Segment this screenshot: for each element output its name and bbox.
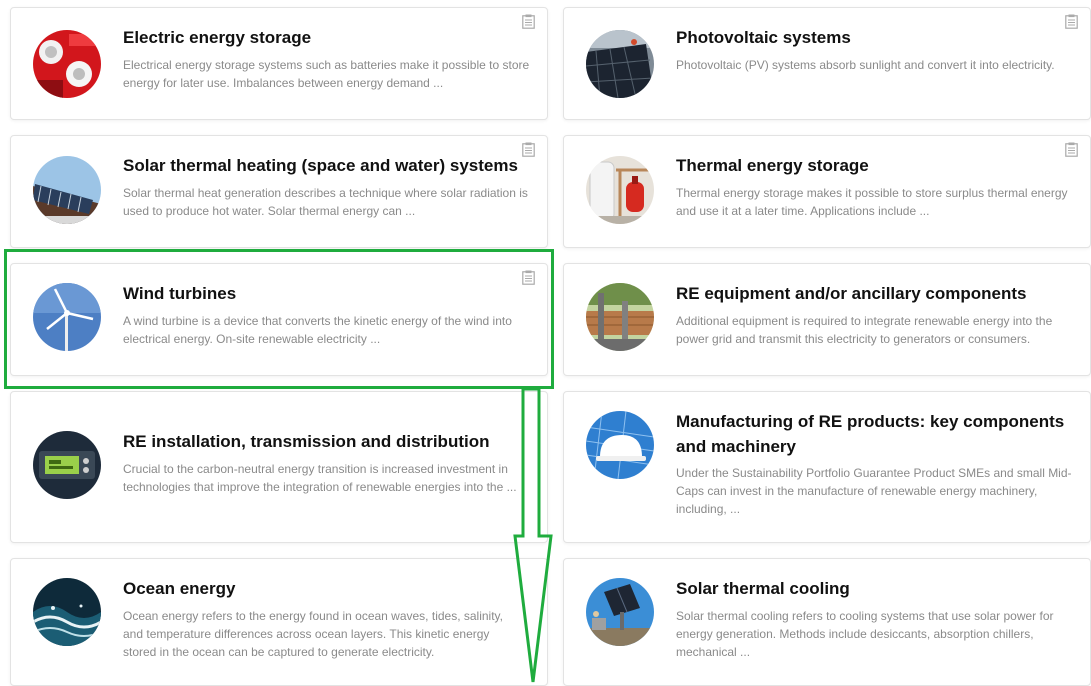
card-title: Solar thermal heating (space and water) … — [123, 156, 518, 175]
clipboard-icon[interactable] — [522, 14, 535, 29]
card-manufacturing-re-products[interactable]: Manufacturing of RE products: key compon… — [563, 391, 1091, 543]
card-description: Electrical energy storage systems such a… — [123, 58, 530, 90]
wind-turbine-image — [33, 283, 101, 351]
power-equipment-image — [586, 283, 654, 351]
card-title: Photovoltaic systems — [676, 28, 851, 47]
energy-meter-image — [33, 431, 101, 499]
solar-panels-image — [586, 30, 654, 98]
energy-topics-grid: Electric energy storage Electrical energ… — [0, 0, 1091, 686]
card-title: RE installation, transmission and distri… — [123, 432, 490, 451]
card-re-equipment[interactable]: RE equipment and/or ancillary components… — [563, 263, 1091, 376]
card-description: Additional equipment is required to inte… — [676, 314, 1053, 346]
card-title: Ocean energy — [123, 579, 236, 598]
card-ocean-energy[interactable]: Ocean energy Ocean energy refers to the … — [10, 558, 548, 686]
battery-storage-image — [33, 30, 101, 98]
card-description: Solar thermal cooling refers to cooling … — [676, 609, 1054, 659]
ocean-wave-image — [33, 578, 101, 646]
card-description: Under the Sustainability Portfolio Guara… — [676, 466, 1072, 516]
hardhat-solar-image — [586, 411, 654, 479]
clipboard-icon[interactable] — [522, 270, 535, 285]
card-solar-thermal-heating[interactable]: Solar thermal heating (space and water) … — [10, 135, 548, 248]
card-title: RE equipment and/or ancillary components — [676, 284, 1027, 303]
card-title: Manufacturing of RE products: key compon… — [676, 412, 1065, 456]
card-title: Electric energy storage — [123, 28, 312, 47]
card-electric-energy-storage[interactable]: Electric energy storage Electrical energ… — [10, 7, 548, 120]
card-title: Wind turbines — [123, 284, 237, 303]
card-title: Solar thermal cooling — [676, 579, 850, 598]
clipboard-icon[interactable] — [522, 142, 535, 157]
card-description: Crucial to the carbon-neutral energy tra… — [123, 462, 517, 494]
card-description: Ocean energy refers to the energy found … — [123, 609, 503, 659]
solar-cooling-image — [586, 578, 654, 646]
card-solar-thermal-cooling[interactable]: Solar thermal cooling Solar thermal cool… — [563, 558, 1091, 686]
card-photovoltaic-systems[interactable]: Photovoltaic systems Photovoltaic (PV) s… — [563, 7, 1091, 120]
clipboard-icon[interactable] — [1065, 14, 1078, 29]
card-wind-turbines[interactable]: Wind turbines A wind turbine is a device… — [10, 263, 548, 376]
card-thermal-energy-storage[interactable]: Thermal energy storage Thermal energy st… — [563, 135, 1091, 248]
solar-thermal-roof-image — [33, 156, 101, 224]
card-description: Photovoltaic (PV) systems absorb sunligh… — [676, 58, 1055, 72]
thermal-tank-image — [586, 156, 654, 224]
card-re-installation[interactable]: RE installation, transmission and distri… — [10, 391, 548, 543]
card-description: Thermal energy storage makes it possible… — [676, 186, 1068, 218]
card-description: Solar thermal heat generation describes … — [123, 186, 528, 218]
card-description: A wind turbine is a device that converts… — [123, 314, 512, 346]
clipboard-icon[interactable] — [1065, 142, 1078, 157]
card-title: Thermal energy storage — [676, 156, 869, 175]
